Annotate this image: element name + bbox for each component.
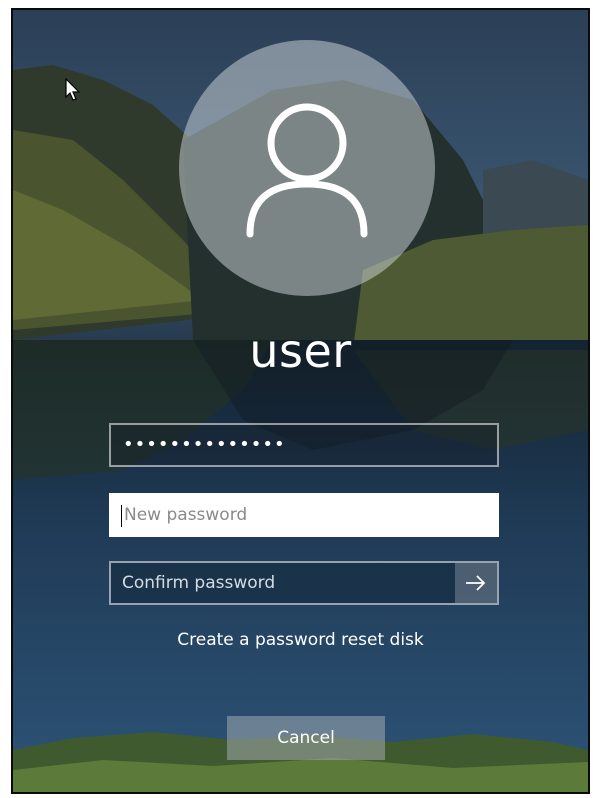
new-password-placeholder: New password — [124, 505, 248, 525]
username-label: user — [249, 324, 352, 378]
mouse-pointer-icon — [65, 78, 81, 101]
arrow-right-icon — [466, 575, 486, 591]
user-avatar — [179, 40, 435, 296]
new-password-field[interactable]: New password — [109, 493, 499, 537]
cancel-button[interactable]: Cancel — [227, 716, 385, 760]
text-caret — [121, 505, 122, 527]
password-mask: •••••••••••••• — [123, 434, 286, 455]
reset-disk-link[interactable]: Create a password reset disk — [13, 630, 588, 650]
lock-screen-frame: user •••••••••••••• New password Confirm… — [11, 8, 590, 794]
confirm-password-placeholder: Confirm password — [122, 573, 276, 593]
confirm-password-field[interactable]: Confirm password — [109, 561, 499, 605]
user-avatar-icon — [246, 103, 368, 238]
submit-button[interactable] — [455, 563, 497, 603]
current-password-field[interactable]: •••••••••••••• — [109, 423, 499, 467]
